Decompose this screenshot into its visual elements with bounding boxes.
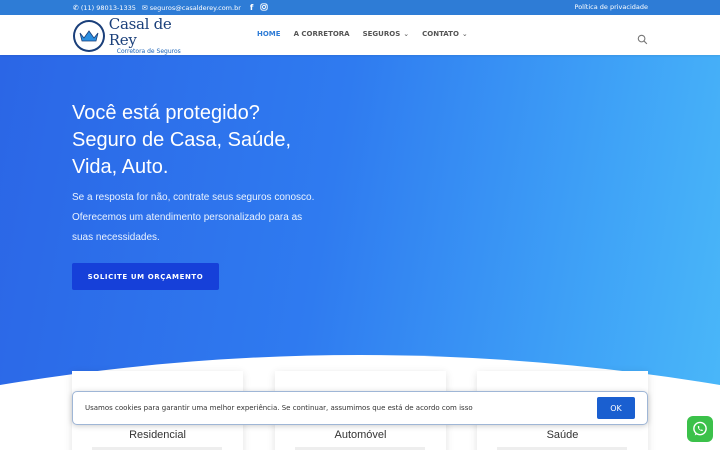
nav-a-corretora-label: A CORRETORA — [293, 30, 350, 38]
hero-description: Se a resposta for não, contrate seus seg… — [72, 188, 352, 248]
facebook-icon[interactable]: f — [250, 3, 253, 13]
nav-seguros-label: SEGUROS — [362, 30, 401, 38]
privacy-policy-link[interactable]: Política de privacidade — [575, 3, 649, 11]
whatsapp-icon[interactable] — [687, 416, 713, 442]
phone-link[interactable]: ✆ (11) 98013-1335 — [73, 4, 136, 12]
site-header: Casal de Rey Corretora de Seguros HOME A… — [0, 15, 720, 55]
social-links: f — [250, 3, 269, 13]
envelope-icon: ✉ — [141, 3, 148, 12]
crown-logo-icon — [73, 19, 105, 52]
hero-title-line: Seguro de Casa, Saúde, — [72, 129, 292, 151]
card-title: Residencial — [129, 429, 186, 441]
cookie-ok-button[interactable]: OK — [597, 397, 635, 419]
hero-text-line: Se a resposta for não, contrate seus seg… — [72, 192, 315, 203]
chevron-down-icon: ⌄ — [403, 30, 410, 38]
main-nav: HOME A CORRETORA SEGUROS ⌄ CONTATO ⌄ — [257, 30, 481, 38]
email-link[interactable]: ✉ seguros@casalderey.com.br — [142, 4, 241, 12]
hero-text-line: suas necessidades. — [72, 232, 160, 243]
hero-text-line: Oferecemos um atendimento personalizado … — [72, 212, 303, 223]
hero-title-line: Você está protegido? — [72, 102, 260, 124]
chevron-down-icon: ⌄ — [461, 30, 468, 38]
top-bar: ✆ (11) 98013-1335 ✉ seguros@casalderey.c… — [0, 0, 720, 15]
logo-name: Casal de Rey — [108, 15, 172, 49]
logo-tagline: Corretora de Seguros — [116, 48, 181, 55]
phone-icon: ✆ — [73, 3, 79, 12]
nav-contato[interactable]: CONTATO ⌄ — [422, 30, 468, 38]
cookie-consent-bar: Usamos cookies para garantir uma melhor … — [72, 391, 648, 425]
nav-home[interactable]: HOME — [257, 30, 281, 38]
nav-a-corretora[interactable]: A CORRETORA — [294, 30, 350, 38]
nav-home-label: HOME — [257, 30, 281, 38]
phone-number: (11) 98013-1335 — [80, 4, 136, 12]
nav-seguros[interactable]: SEGUROS ⌄ — [363, 30, 410, 38]
hero-title-line: Vida, Auto. — [72, 156, 169, 178]
site-logo[interactable]: Casal de Rey Corretora de Seguros — [73, 15, 203, 55]
instagram-icon[interactable] — [260, 3, 269, 13]
cookie-message: Usamos cookies para garantir uma melhor … — [85, 404, 473, 412]
top-bar-contacts: ✆ (11) 98013-1335 ✉ seguros@casalderey.c… — [73, 3, 269, 13]
request-quote-button[interactable]: SOLICITE UM ORÇAMENTO — [72, 263, 219, 290]
card-title: Saúde — [546, 429, 579, 441]
hero-title: Você está protegido? Seguro de Casa, Saú… — [72, 100, 372, 181]
search-icon[interactable] — [637, 30, 648, 45]
card-title: Automóvel — [334, 429, 387, 441]
nav-contato-label: CONTATO — [422, 30, 459, 38]
email-address: seguros@casalderey.com.br — [149, 4, 241, 12]
